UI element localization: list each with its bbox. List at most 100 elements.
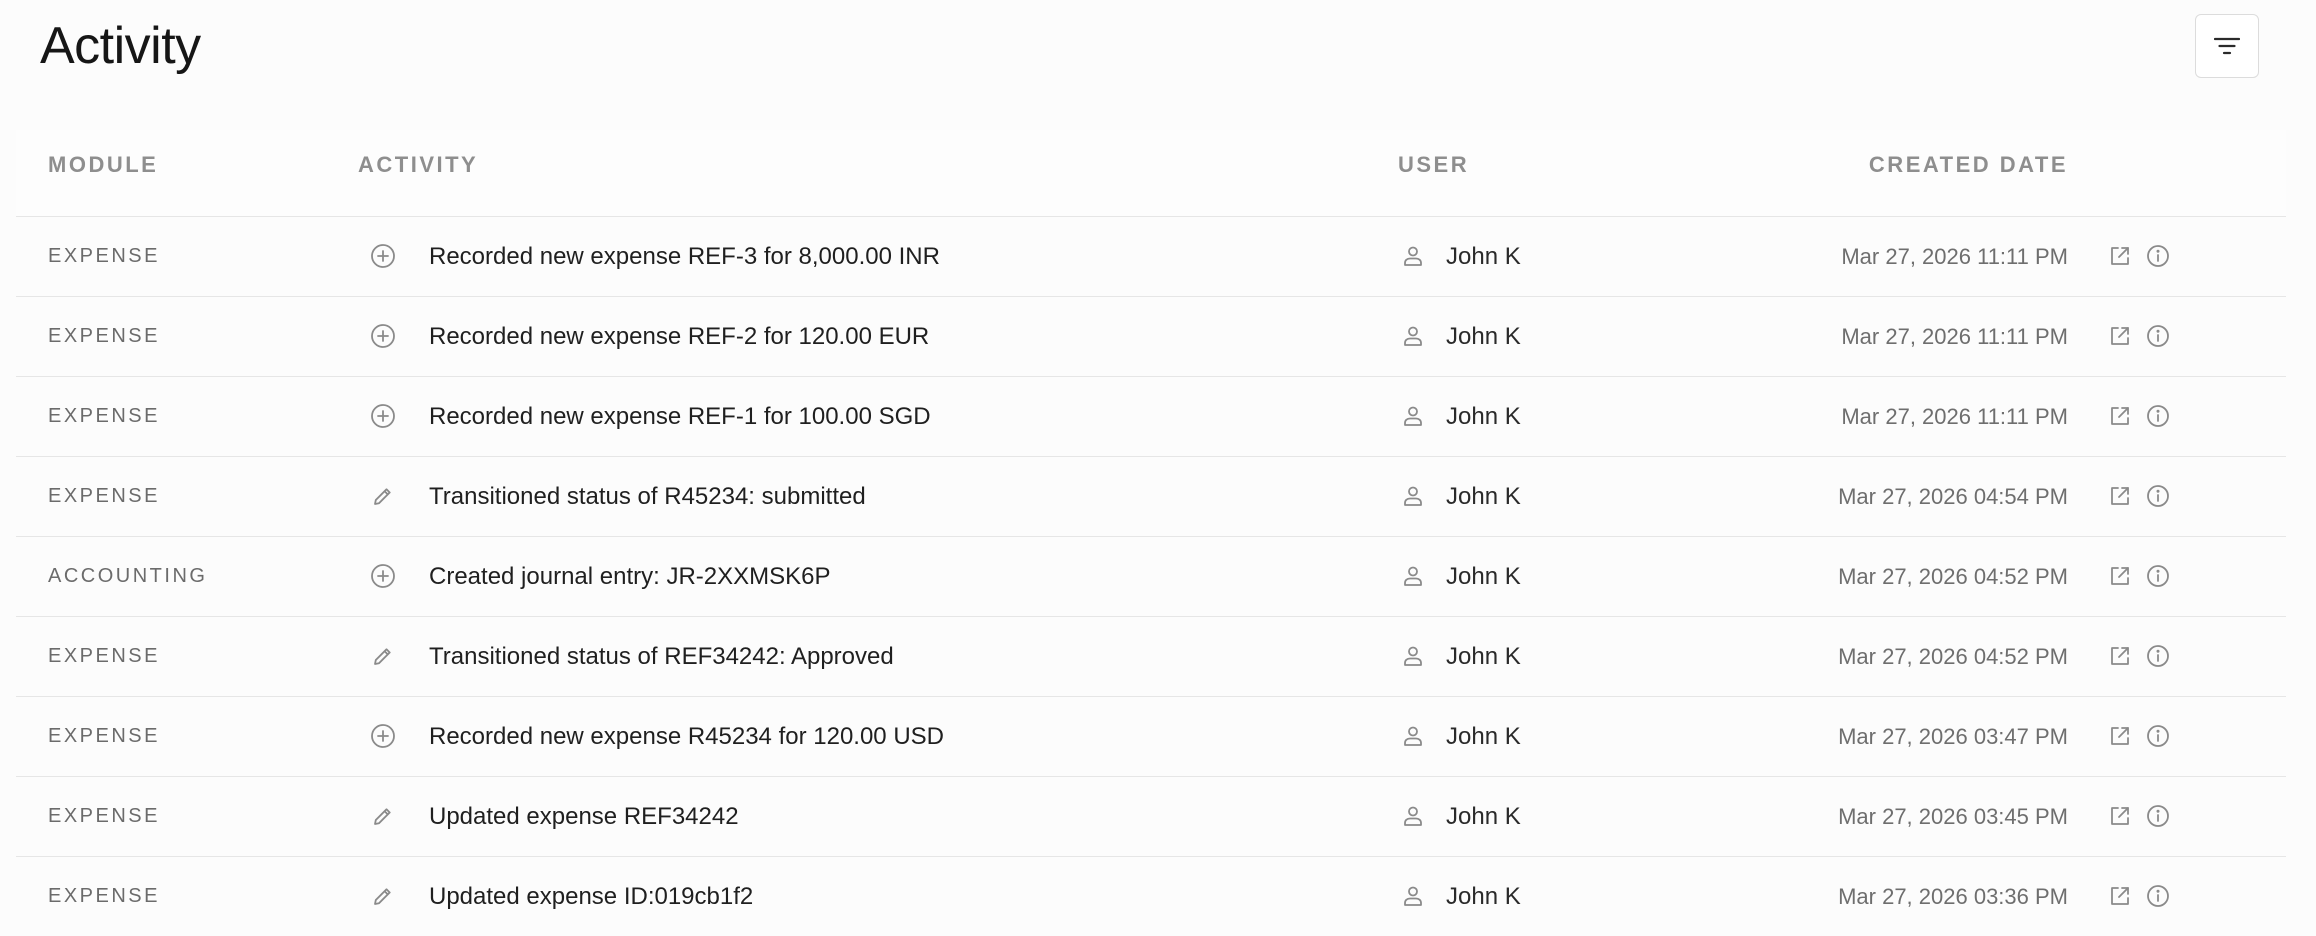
open-activity-button[interactable] [2106, 882, 2134, 910]
table-row[interactable]: EXPENSE Transitioned status of R45234: s… [16, 457, 2286, 537]
user-icon [1398, 241, 1428, 271]
activity-info-button[interactable] [2144, 322, 2172, 350]
info-circle-icon [2146, 324, 2170, 348]
column-header-activity[interactable]: ACTIVITY [358, 130, 478, 200]
plus-circle-icon [370, 723, 396, 749]
external-link-icon [2109, 245, 2131, 267]
info-circle-icon [2146, 644, 2170, 668]
user-name: John K [1446, 563, 1521, 590]
table-row[interactable]: EXPENSE Recorded new expense REF-3 for 8… [16, 217, 2286, 297]
user-name: John K [1446, 643, 1521, 670]
user-name: John K [1446, 803, 1521, 830]
plus-circle-icon [370, 403, 396, 429]
created-date: Mar 27, 2026 11:11 PM [1841, 324, 2068, 349]
column-header-user[interactable]: USER [1398, 130, 1469, 200]
user-name: John K [1446, 483, 1521, 510]
open-activity-button[interactable] [2106, 402, 2134, 430]
module-cell: EXPENSE [48, 245, 160, 267]
user-icon [1398, 801, 1428, 831]
activity-description: Transitioned status of REF34242: Approve… [429, 643, 894, 670]
external-link-icon [2109, 725, 2131, 747]
open-activity-button[interactable] [2106, 322, 2134, 350]
external-link-icon [2109, 565, 2131, 587]
table-header: MODULE ACTIVITY USER CREATED DATE [16, 130, 2286, 217]
activity-table: MODULE ACTIVITY USER CREATED DATE EXPENS… [16, 130, 2286, 936]
user-name: John K [1446, 883, 1521, 910]
activity-info-button[interactable] [2144, 802, 2172, 830]
table-row[interactable]: EXPENSE Updated expense REF34242 John K … [16, 777, 2286, 857]
pencil-icon [371, 884, 395, 908]
user-icon [1398, 641, 1428, 671]
table-row[interactable]: ACCOUNTING Created journal entry: JR-2XX… [16, 537, 2286, 617]
open-activity-button[interactable] [2106, 482, 2134, 510]
activity-description: Recorded new expense REF-1 for 100.00 SG… [429, 403, 931, 430]
activity-type-icon [368, 561, 398, 591]
module-cell: EXPENSE [48, 725, 160, 747]
module-cell: EXPENSE [48, 485, 160, 507]
activity-description: Updated expense ID:019cb1f2 [429, 883, 754, 910]
activity-info-button[interactable] [2144, 562, 2172, 590]
pencil-icon [371, 804, 395, 828]
table-row[interactable]: EXPENSE Transitioned status of REF34242:… [16, 617, 2286, 697]
open-activity-button[interactable] [2106, 722, 2134, 750]
table-row[interactable]: EXPENSE Recorded new expense R45234 for … [16, 697, 2286, 777]
open-activity-button[interactable] [2106, 562, 2134, 590]
activity-info-button[interactable] [2144, 882, 2172, 910]
activity-type-icon [368, 801, 398, 831]
module-cell: EXPENSE [48, 805, 160, 827]
activity-type-icon [368, 881, 398, 911]
created-date: Mar 27, 2026 11:11 PM [1841, 404, 2068, 429]
open-activity-button[interactable] [2106, 802, 2134, 830]
open-activity-button[interactable] [2106, 242, 2134, 270]
user-icon [1398, 721, 1428, 751]
activity-description: Recorded new expense REF-3 for 8,000.00 … [429, 243, 940, 270]
activity-description: Recorded new expense REF-2 for 120.00 EU… [429, 323, 930, 350]
created-date: Mar 27, 2026 04:52 PM [1838, 644, 2068, 669]
activity-description: Created journal entry: JR-2XXMSK6P [429, 563, 831, 590]
activity-info-button[interactable] [2144, 242, 2172, 270]
created-date: Mar 27, 2026 03:45 PM [1838, 804, 2068, 829]
user-icon [1398, 401, 1428, 431]
user-icon [1398, 321, 1428, 351]
column-header-module[interactable]: MODULE [48, 130, 158, 200]
module-cell: ACCOUNTING [48, 565, 208, 587]
external-link-icon [2109, 325, 2131, 347]
external-link-icon [2109, 485, 2131, 507]
pencil-icon [371, 484, 395, 508]
info-circle-icon [2146, 404, 2170, 428]
filter-button[interactable] [2195, 14, 2259, 78]
activity-type-icon [368, 401, 398, 431]
pencil-icon [371, 644, 395, 668]
created-date: Mar 27, 2026 03:47 PM [1838, 724, 2068, 749]
module-cell: EXPENSE [48, 885, 160, 907]
info-circle-icon [2146, 484, 2170, 508]
activity-description: Recorded new expense R45234 for 120.00 U… [429, 723, 944, 750]
activity-info-button[interactable] [2144, 482, 2172, 510]
table-row[interactable]: EXPENSE Recorded new expense REF-1 for 1… [16, 377, 2286, 457]
info-circle-icon [2146, 724, 2170, 748]
external-link-icon [2109, 885, 2131, 907]
table-row[interactable]: EXPENSE Updated expense ID:019cb1f2 John… [16, 857, 2286, 936]
external-link-icon [2109, 645, 2131, 667]
activity-info-button[interactable] [2144, 722, 2172, 750]
activity-info-button[interactable] [2144, 642, 2172, 670]
user-icon [1398, 561, 1428, 591]
plus-circle-icon [370, 243, 396, 269]
column-header-created-date[interactable]: CREATED DATE [1869, 130, 2068, 200]
module-cell: EXPENSE [48, 405, 160, 427]
page-title: Activity [40, 17, 201, 75]
created-date: Mar 27, 2026 04:54 PM [1838, 484, 2068, 509]
open-activity-button[interactable] [2106, 642, 2134, 670]
info-circle-icon [2146, 564, 2170, 588]
info-circle-icon [2146, 884, 2170, 908]
activity-description: Updated expense REF34242 [429, 803, 739, 830]
info-circle-icon [2146, 244, 2170, 268]
module-cell: EXPENSE [48, 325, 160, 347]
filter-lines-icon [2214, 36, 2240, 56]
activity-info-button[interactable] [2144, 402, 2172, 430]
table-row[interactable]: EXPENSE Recorded new expense REF-2 for 1… [16, 297, 2286, 377]
plus-circle-icon [370, 323, 396, 349]
external-link-icon [2109, 405, 2131, 427]
user-icon [1398, 881, 1428, 911]
user-name: John K [1446, 323, 1521, 350]
